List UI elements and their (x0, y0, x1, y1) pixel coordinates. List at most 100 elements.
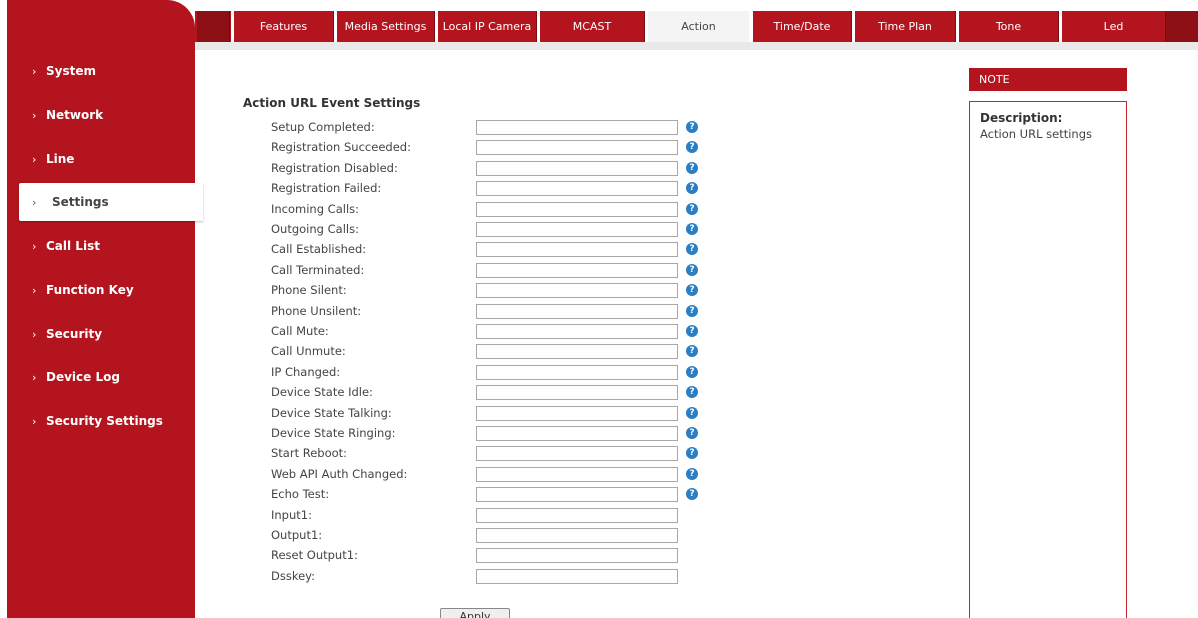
form-row: Registration Disabled:? (271, 158, 701, 178)
action-url-input[interactable] (476, 405, 678, 421)
help-icon[interactable]: ? (686, 284, 698, 296)
sidebar-item-system[interactable]: › System (7, 52, 195, 90)
field-label: Incoming Calls: (271, 202, 360, 216)
tab-features[interactable]: Features (231, 11, 334, 42)
field-label: Registration Succeeded: (271, 140, 411, 154)
form-row: Echo Test:? (271, 484, 701, 504)
help-icon[interactable]: ? (686, 203, 698, 215)
chevron-right-icon: › (32, 195, 37, 209)
action-url-input[interactable] (476, 547, 678, 563)
note-description-text: Action URL settings (980, 127, 1093, 141)
field-label: Device State Ringing: (271, 426, 396, 440)
action-url-input[interactable] (476, 282, 678, 298)
note-description-title: Description: (980, 111, 1063, 125)
field-label: Output1: (271, 528, 323, 542)
field-label: Web API Auth Changed: (271, 467, 408, 481)
help-icon[interactable]: ? (686, 223, 698, 235)
help-icon[interactable]: ? (686, 121, 698, 133)
help-icon[interactable]: ? (686, 182, 698, 194)
form-row: Web API Auth Changed:? (271, 464, 701, 484)
field-label: Device State Idle: (271, 385, 373, 399)
action-url-input[interactable] (476, 466, 678, 482)
sidebar-item-device-log[interactable]: › Device Log (7, 358, 195, 396)
form-row: Outgoing Calls:? (271, 219, 701, 239)
tab-led[interactable]: Led (1059, 11, 1166, 42)
tab-bar-underline (195, 42, 1198, 50)
tab-media-settings[interactable]: Media Settings (334, 11, 435, 42)
help-icon[interactable]: ? (686, 264, 698, 276)
form-row: Device State Idle:? (271, 382, 701, 402)
sidebar-item-label: System (46, 64, 96, 78)
help-icon[interactable]: ? (686, 141, 698, 153)
action-url-input[interactable] (476, 139, 678, 155)
field-label: IP Changed: (271, 365, 341, 379)
tab-tone[interactable]: Tone (956, 11, 1059, 42)
action-url-input[interactable] (476, 221, 678, 237)
sidebar-item-label: Function Key (46, 283, 134, 297)
action-url-input[interactable] (476, 180, 678, 196)
sidebar-item-security-settings[interactable]: › Security Settings (7, 402, 195, 440)
help-icon[interactable]: ? (686, 468, 698, 480)
form-row: IP Changed:? (271, 362, 701, 382)
sidebar-item-network[interactable]: › Network (7, 96, 195, 134)
section-title: Action URL Event Settings (243, 96, 421, 110)
action-url-input[interactable] (476, 445, 678, 461)
note-header: NOTE (969, 68, 1127, 91)
action-url-input[interactable] (476, 241, 678, 257)
chevron-right-icon: › (32, 327, 37, 341)
sidebar-item-line[interactable]: › Line (7, 140, 195, 178)
help-icon[interactable]: ? (686, 243, 698, 255)
help-icon[interactable]: ? (686, 162, 698, 174)
field-label: Setup Completed: (271, 120, 375, 134)
form-row: Input1: (271, 505, 701, 525)
action-url-input[interactable] (476, 262, 678, 278)
form-row: Start Reboot:? (271, 443, 701, 463)
field-label: Device State Talking: (271, 406, 392, 420)
form-row: Registration Failed:? (271, 178, 701, 198)
chevron-right-icon: › (32, 283, 37, 297)
action-url-input[interactable] (476, 364, 678, 380)
tab-time-date[interactable]: Time/Date (750, 11, 852, 42)
sidebar-item-security[interactable]: › Security (7, 315, 195, 353)
form-row: Phone Unsilent:? (271, 301, 701, 321)
field-label: Registration Failed: (271, 181, 382, 195)
tab-local-ip-camera[interactable]: Local IP Camera (435, 11, 537, 42)
note-panel: Description: Action URL settings (969, 101, 1127, 618)
action-url-input[interactable] (476, 160, 678, 176)
form-row: Call Unmute:? (271, 341, 701, 361)
form-row: Incoming Calls:? (271, 199, 701, 219)
action-url-input[interactable] (476, 568, 678, 584)
action-url-input[interactable] (476, 425, 678, 441)
tab-action[interactable]: Action (645, 11, 750, 42)
sidebar-item-call-list[interactable]: › Call List (7, 227, 195, 265)
form-row: Registration Succeeded:? (271, 137, 701, 157)
action-url-input[interactable] (476, 323, 678, 339)
action-url-input[interactable] (476, 201, 678, 217)
help-icon[interactable]: ? (686, 325, 698, 337)
action-url-input[interactable] (476, 119, 678, 135)
field-label: Registration Disabled: (271, 161, 398, 175)
sidebar-item-function-key[interactable]: › Function Key (7, 271, 195, 309)
sidebar-item-settings[interactable]: › Settings (19, 183, 203, 221)
chevron-right-icon: › (32, 370, 37, 384)
form-row: Dsskey: (271, 566, 701, 586)
apply-button[interactable]: Apply (440, 608, 510, 618)
help-icon[interactable]: ? (686, 305, 698, 317)
help-icon[interactable]: ? (686, 447, 698, 459)
help-icon[interactable]: ? (686, 427, 698, 439)
action-url-input[interactable] (476, 343, 678, 359)
help-icon[interactable]: ? (686, 407, 698, 419)
action-url-input[interactable] (476, 303, 678, 319)
action-url-input[interactable] (476, 507, 678, 523)
help-icon[interactable]: ? (686, 345, 698, 357)
tab-mcast[interactable]: MCAST (537, 11, 645, 42)
action-url-input[interactable] (476, 486, 678, 502)
action-url-input[interactable] (476, 384, 678, 400)
sidebar-item-label: Call List (46, 239, 100, 253)
help-icon[interactable]: ? (686, 386, 698, 398)
field-label: Phone Silent: (271, 283, 347, 297)
action-url-input[interactable] (476, 527, 678, 543)
help-icon[interactable]: ? (686, 488, 698, 500)
help-icon[interactable]: ? (686, 366, 698, 378)
tab-time-plan[interactable]: Time Plan (852, 11, 956, 42)
